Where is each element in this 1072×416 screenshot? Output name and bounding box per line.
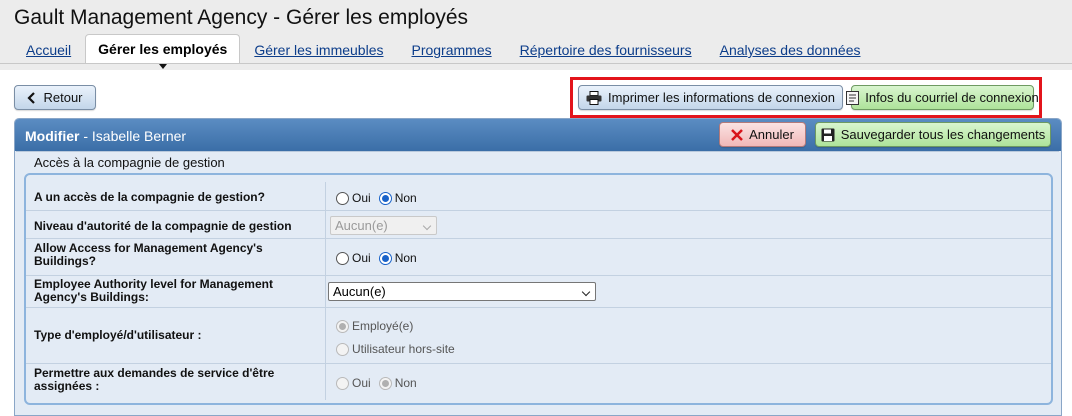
tab-gerer-immeubles[interactable]: Gérer les immeubles [240, 42, 397, 63]
tab-accueil[interactable]: Accueil [12, 42, 85, 63]
tab-analyses-donnees[interactable]: Analyses des données [706, 42, 875, 63]
cancel-button[interactable]: Annuler [719, 122, 806, 147]
employee-type-employe-radio[interactable] [336, 319, 349, 333]
option-label: Employé(e) [352, 319, 414, 333]
access-non-radio[interactable] [378, 191, 392, 205]
column-divider [325, 211, 326, 238]
section-title: Accès à la compagnie de gestion [34, 155, 225, 170]
tab-gerer-employes[interactable]: Gérer les employés [85, 34, 241, 69]
form-row: Employee Authority level for Management … [26, 276, 1051, 308]
service-oui-radio[interactable] [336, 376, 349, 390]
cancel-label: Annuler [749, 127, 794, 142]
page-title: Gault Management Agency - Gérer les empl… [14, 6, 469, 29]
floppy-disk-icon [821, 128, 835, 142]
authority-level-select[interactable]: Aucun(e) [330, 216, 437, 235]
row-label: Permettre aux demandes de service d'être… [34, 366, 275, 393]
title-bar: Gault Management Agency - Gérer les empl… [0, 0, 1072, 70]
form-row: Niveau d'autorité de la compagnie de ges… [26, 211, 1051, 239]
column-divider [325, 182, 326, 210]
back-button[interactable]: Retour [14, 85, 96, 110]
employee-type-offsite-radio[interactable] [336, 342, 349, 356]
form-row: Permettre aux demandes de service d'être… [26, 364, 1051, 400]
employee-name: - Isabelle Berner [83, 128, 187, 144]
option-label: Non [394, 376, 417, 390]
option-label: Utilisateur hors-site [352, 342, 455, 356]
chevron-down-icon [422, 221, 432, 231]
tab-label: Gérer les employés [98, 41, 228, 57]
tab-programmes[interactable]: Programmes [397, 42, 505, 63]
email-login-info-button[interactable]: Infos du courriel de connexion [846, 85, 1039, 110]
caret-down-icon [158, 64, 167, 69]
column-divider [325, 239, 326, 275]
form-row: Allow Access for Management Agency's Bui… [26, 239, 1051, 276]
row-label: Type d'employé/d'utilisateur : [34, 328, 202, 342]
select-value: Aucun(e) [335, 218, 388, 233]
row-label: Niveau d'autorité de la compagnie de ges… [34, 219, 292, 233]
employee-type-radio-1: Employé(e) [336, 319, 421, 333]
option-label: Oui [352, 251, 371, 265]
document-icon [846, 90, 860, 105]
service-request-radio-group: Oui Non [336, 376, 425, 390]
print-label: Imprimer les informations de connexion [608, 90, 835, 105]
buildings-authority-select[interactable]: Aucun(e) [328, 282, 596, 301]
access-radio-group: Oui Non [336, 191, 425, 205]
row-label: Allow Access for Management Agency's Bui… [34, 241, 263, 268]
tab-repertoire-fournisseurs[interactable]: Répertoire des fournisseurs [506, 42, 706, 63]
chevron-down-icon [581, 287, 591, 297]
option-label: Non [394, 251, 417, 265]
option-label: Oui [352, 191, 371, 205]
buildings-access-radio-group: Oui Non [336, 251, 425, 265]
access-oui-radio[interactable] [336, 191, 349, 205]
tab-divider [0, 63, 1072, 64]
service-non-radio[interactable] [378, 376, 392, 390]
column-divider [325, 308, 326, 363]
section-divider [16, 151, 1059, 152]
save-all-button[interactable]: Sauvegarder tous les changements [815, 122, 1051, 147]
form-row: Type d'employé/d'utilisateur : Employé(e… [26, 308, 1051, 364]
nav-tabs: Accueil Gérer les employés Gérer les imm… [12, 34, 875, 69]
form-row: A un accès de la compagnie de gestion? O… [26, 182, 1051, 211]
option-label: Non [394, 191, 417, 205]
x-icon [731, 128, 743, 141]
panel-mode: Modifier [25, 128, 80, 144]
column-divider [325, 364, 326, 400]
column-divider [325, 276, 326, 307]
buildings-non-radio[interactable] [378, 251, 392, 265]
buildings-oui-radio[interactable] [336, 251, 349, 265]
back-label: Retour [43, 90, 83, 105]
save-label: Sauvegarder tous les changements [840, 127, 1046, 142]
email-label: Infos du courriel de connexion [865, 90, 1039, 105]
employee-type-radio-2: Utilisateur hors-site [336, 342, 463, 356]
row-label: A un accès de la compagnie de gestion? [34, 190, 265, 204]
select-value: Aucun(e) [333, 284, 386, 299]
chevron-left-icon [27, 91, 37, 104]
option-label: Oui [352, 376, 371, 390]
row-label: Employee Authority level for Management … [34, 277, 273, 304]
print-login-info-button[interactable]: Imprimer les informations de connexion [578, 85, 843, 110]
printer-icon [586, 90, 602, 105]
